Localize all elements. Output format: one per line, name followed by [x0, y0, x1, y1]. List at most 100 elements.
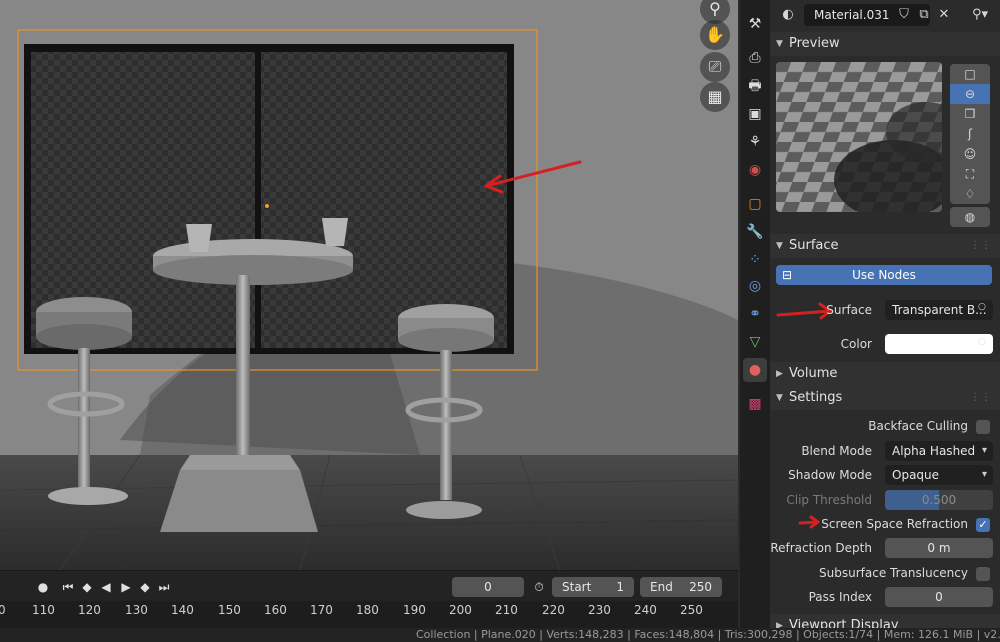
stopwatch-icon[interactable]: ⏱ [530, 578, 548, 596]
ruler-tick: 120 [78, 603, 101, 617]
color-swatch[interactable] [885, 334, 993, 354]
monkey-icon[interactable]: ☺ [950, 144, 990, 164]
status-text: Collection | Plane.020 | Verts:148,283 |… [416, 628, 1000, 641]
fake-user-shield-icon[interactable]: ⛉ [894, 4, 914, 26]
preview-panel-header[interactable]: ▼ Preview [770, 32, 1000, 56]
ruler-tick: 250 [680, 603, 703, 617]
ruler-tick: 220 [542, 603, 565, 617]
ruler-tick: 210 [495, 603, 518, 617]
timeline: ● ⏮ ◆ ◀ ▶ ◆ ⏭ 0 ⏱ Start 1 End 250 0 110 … [0, 570, 738, 629]
end-frame-field[interactable]: End 250 [640, 577, 722, 597]
viewport-display-title: Viewport Display [789, 618, 899, 628]
use-nodes-button[interactable]: ⊟ Use Nodes [776, 265, 992, 285]
duplicate-icon[interactable]: ⧉ [914, 4, 934, 26]
shadow-mode-value: Opaque [892, 468, 940, 482]
start-frame-field[interactable]: Start 1 [552, 577, 634, 597]
modifier-icon[interactable]: 🔧 [743, 220, 767, 244]
current-frame-field[interactable]: 0 [452, 577, 524, 597]
jump-end-icon[interactable]: ⏭ [156, 578, 172, 596]
screen-space-refraction-label: Screen Space Refraction [821, 517, 968, 531]
texture-icon[interactable]: ▩ [743, 392, 767, 416]
chevron-down-icon: ▾ [981, 469, 987, 480]
refraction-depth-field[interactable]: 0 m [885, 538, 993, 558]
frame-ruler[interactable]: 0 110 120 130 140 150 160 170 180 190 20… [0, 601, 738, 629]
shadow-mode-label: Shadow Mode [788, 468, 872, 482]
world-sphere-icon[interactable]: ◍ [950, 207, 990, 227]
hand-pan-icon[interactable]: ✋ [700, 20, 730, 50]
blend-mode-value: Alpha Hashed [892, 444, 976, 458]
ruler-tick: 130 [125, 603, 148, 617]
collapse-icon: ▼ [776, 241, 783, 251]
blend-mode-label: Blend Mode [801, 444, 872, 458]
play-reverse-icon[interactable]: ◀ [98, 578, 114, 596]
record-icon[interactable]: ● [34, 578, 52, 596]
clip-threshold-slider[interactable]: 0.500 [885, 490, 993, 510]
physics-icon[interactable]: ◎ [743, 274, 767, 298]
tool-icon[interactable]: ⚒ [743, 12, 767, 36]
object-icon[interactable]: ▢ [743, 192, 767, 216]
play-icon[interactable]: ▶ [118, 578, 134, 596]
clip-threshold-value: 0.500 [921, 493, 957, 507]
scene-icon[interactable]: ⚘ [743, 130, 767, 154]
backface-culling-checkbox[interactable] [976, 420, 990, 434]
material-icon[interactable]: ● [743, 358, 767, 382]
material-name: Material.031 [814, 8, 890, 22]
surface-shader-field[interactable]: Transparent B... [885, 300, 993, 320]
output-icon[interactable]: 🖶 [743, 74, 767, 98]
material-header: ◐ Material.031 ⛉ ⧉ ✕ ⚲▾ [770, 0, 1000, 30]
hair-icon[interactable]: ʃ [950, 124, 990, 144]
next-keyframe-icon[interactable]: ◆ [136, 578, 154, 596]
backface-culling-label: Backface Culling [868, 419, 968, 433]
subsurface-translucency-checkbox[interactable] [976, 567, 990, 581]
pass-index-field[interactable]: 0 [885, 587, 993, 607]
view-layer-icon[interactable]: ▣ [743, 102, 767, 126]
3d-viewport[interactable]: ⚲ ✋ ⎚ ▦ [0, 0, 738, 570]
fluid-icon[interactable]: ♢ [950, 184, 990, 204]
pass-index-value: 0 [935, 590, 943, 604]
color-label: Color [840, 337, 872, 351]
surface-panel-header[interactable]: ▼ Surface ⋮⋮ [770, 234, 1000, 258]
screen-space-refraction-checkbox[interactable]: ✓ [976, 518, 990, 532]
expand-icon: ▶ [776, 621, 783, 628]
scene-render [0, 0, 738, 570]
drag-handle-icon[interactable]: ⋮⋮ [970, 234, 992, 258]
drag-handle-icon[interactable]: ⋮⋮ [970, 386, 992, 410]
ruler-tick: 140 [171, 603, 194, 617]
material-preview [776, 62, 942, 212]
flat-icon[interactable]: □ [950, 64, 990, 84]
camera-icon[interactable]: ⎚ [700, 52, 730, 82]
color-socket-icon[interactable]: ○ [978, 337, 986, 347]
clip-threshold-label: Clip Threshold [786, 493, 872, 507]
collapse-icon: ▼ [776, 39, 783, 49]
surface-shader-value: Transparent B... [892, 303, 987, 317]
jump-start-icon[interactable]: ⏮ [60, 578, 76, 596]
volume-title: Volume [789, 366, 838, 381]
prev-keyframe-icon[interactable]: ◆ [78, 578, 96, 596]
start-frame-value: 1 [616, 580, 624, 594]
sphere-icon[interactable]: ⊖ [950, 84, 990, 104]
surface-socket-icon[interactable]: ○ [978, 302, 986, 312]
viewport-display-panel-header[interactable]: ▶ Viewport Display [770, 614, 1000, 628]
grid-icon[interactable]: ▦ [700, 82, 730, 112]
material-sphere-icon[interactable]: ◐ [778, 4, 798, 26]
surface-label: Surface [826, 303, 872, 317]
ruler-tick: 0 [0, 603, 6, 617]
node-tree-icon: ⊟ [782, 268, 793, 282]
constraints-icon[interactable]: ⚭ [743, 302, 767, 326]
shadow-mode-dropdown[interactable]: Opaque ▾ [885, 465, 993, 485]
particles-icon[interactable]: ⁘ [743, 248, 767, 272]
pass-index-label: Pass Index [808, 590, 872, 604]
settings-title: Settings [789, 390, 843, 405]
world-icon[interactable]: ◉ [743, 158, 767, 182]
volume-panel-header[interactable]: ▶ Volume [770, 362, 1000, 386]
blend-mode-dropdown[interactable]: Alpha Hashed ▾ [885, 441, 993, 461]
render-icon[interactable]: ⎙ [743, 46, 767, 70]
cloth-icon[interactable]: ⛶ [950, 164, 990, 184]
node-filter-icon[interactable]: ⚲▾ [966, 4, 994, 26]
subsurface-translucency-label: Subsurface Translucency [819, 566, 968, 580]
unlink-x-icon[interactable]: ✕ [934, 4, 954, 26]
data-icon[interactable]: ▽ [743, 330, 767, 354]
settings-panel-header[interactable]: ▼ Settings ⋮⋮ [770, 386, 1000, 410]
cube-icon[interactable]: ❒ [950, 104, 990, 124]
ruler-tick: 170 [310, 603, 333, 617]
